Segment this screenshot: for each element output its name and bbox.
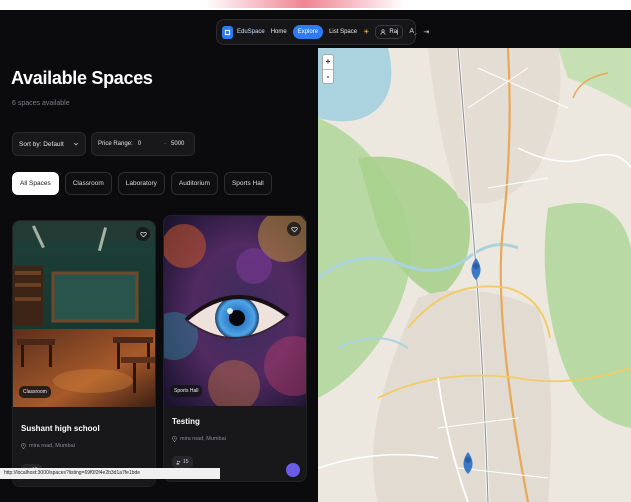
space-title: Sushant high school xyxy=(21,424,100,433)
category-tag: Classroom xyxy=(19,386,51,398)
heart-icon xyxy=(139,231,147,237)
spaces-count: 6 spaces available xyxy=(12,100,70,107)
price-min-input[interactable]: 0 xyxy=(138,141,141,147)
category-chip-auditorium[interactable]: Auditorium xyxy=(170,172,218,195)
space-location: mira road, Mumbai xyxy=(21,443,75,449)
top-strip xyxy=(0,0,631,10)
space-card[interactable]: Classroom Sushant high school mira road,… xyxy=(12,220,156,487)
user-menu[interactable]: Raj xyxy=(375,25,404,39)
map-tiles[interactable] xyxy=(318,48,631,502)
zoom-out-button[interactable]: - xyxy=(323,70,333,84)
user-icon xyxy=(380,29,386,35)
nav-link-home[interactable]: Home xyxy=(271,29,287,35)
nav-link-explore[interactable]: Explore xyxy=(292,25,324,39)
space-title: Testing xyxy=(172,417,200,426)
category-tag: Sports Hall xyxy=(170,385,203,397)
favorite-button[interactable] xyxy=(287,222,301,236)
map-view[interactable]: + - xyxy=(318,48,631,502)
price-range-label: Price Range: xyxy=(98,141,133,147)
logout-icon[interactable]: ⇥ xyxy=(423,28,429,36)
category-chip-laboratory[interactable]: Laboratory xyxy=(117,172,165,195)
decorative-gradient xyxy=(205,0,405,8)
language-icon[interactable]: A✓ xyxy=(409,28,417,36)
map-zoom-control: + - xyxy=(322,54,334,84)
heart-icon xyxy=(290,226,298,232)
brand[interactable]: EduSpace xyxy=(222,25,265,39)
price-range-separator: - xyxy=(164,141,167,147)
space-image: Sports Hall xyxy=(164,216,306,406)
space-location-text: mira road, Mumbai xyxy=(29,443,75,449)
capacity-badge: 15 xyxy=(172,456,193,468)
navbar: EduSpace Home Explore List Space ☀ Raj A… xyxy=(216,19,429,45)
location-pin-icon xyxy=(21,443,26,449)
price-range-filter: Price Range: 0 - 5000 xyxy=(91,132,195,156)
sort-value: Sort by: Default xyxy=(19,140,64,148)
category-chip-all-spaces[interactable]: All Spaces xyxy=(12,172,59,195)
brand-logo-icon xyxy=(222,25,233,39)
nav-link-list-space[interactable]: List Space xyxy=(329,29,357,35)
user-name: Raj xyxy=(389,29,399,35)
status-bar-url: http://localhost:3000/spaces?listing=69f… xyxy=(0,468,220,479)
capacity-value: 15 xyxy=(183,459,189,465)
page-title: Available Spaces xyxy=(11,68,153,88)
chevron-down-icon xyxy=(73,142,79,146)
space-image: Classroom xyxy=(13,221,155,407)
favorite-button[interactable] xyxy=(136,227,150,241)
sort-select[interactable]: Sort by: Default xyxy=(12,132,86,156)
category-filters: All Spaces Classroom Laboratory Auditori… xyxy=(12,172,272,195)
users-icon xyxy=(176,460,181,464)
location-pin-icon xyxy=(172,436,177,442)
floating-action-button[interactable] xyxy=(286,463,300,477)
space-location: mira road, Mumbai xyxy=(172,436,226,442)
category-chip-classroom[interactable]: Classroom xyxy=(64,172,112,195)
zoom-in-button[interactable]: + xyxy=(323,55,333,70)
brand-name: EduSpace xyxy=(237,29,265,35)
category-chip-sports-hall[interactable]: Sports Hall xyxy=(223,172,272,195)
space-location-text: mira road, Mumbai xyxy=(180,436,226,442)
price-max-input[interactable]: 5000 xyxy=(171,141,184,147)
theme-sun-icon[interactable]: ☀ xyxy=(363,28,369,36)
listings-panel: Available Spaces 6 spaces available Sort… xyxy=(0,48,316,502)
space-card[interactable]: Sports Hall Testing mira road, Mumbai 15 xyxy=(163,215,307,482)
